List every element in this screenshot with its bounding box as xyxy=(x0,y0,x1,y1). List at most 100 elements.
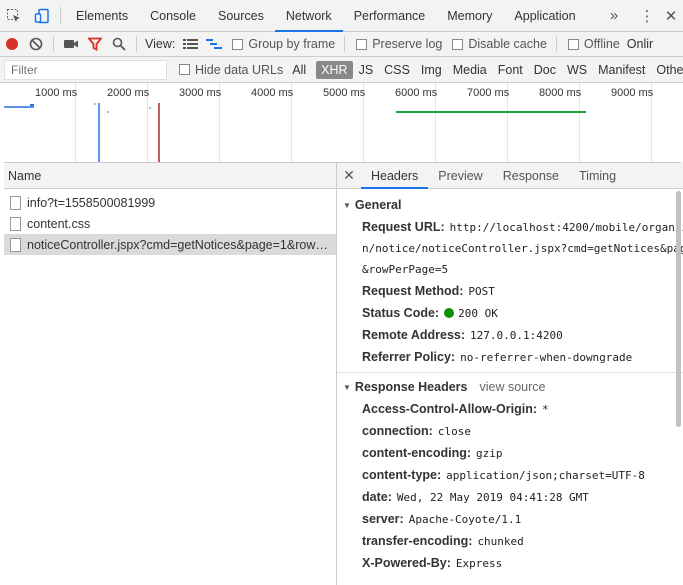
filter-type-ws[interactable]: WS xyxy=(562,61,592,79)
checkbox-box[interactable] xyxy=(452,38,464,50)
header-key: Remote Address: xyxy=(362,328,466,342)
file-icon xyxy=(10,237,21,252)
hide-data-urls-checkbox[interactable]: Hide data URLs xyxy=(173,63,283,77)
request-name: content.css xyxy=(27,216,91,231)
filter-type-manifest[interactable]: Manifest xyxy=(593,61,650,79)
request-list: Name info?t=1558500081999 content.css no… xyxy=(4,163,337,585)
header-row-status-code: Status Code: 200 OK xyxy=(337,302,683,324)
preserve-log-checkbox[interactable]: Preserve log xyxy=(350,37,442,51)
group-by-frame-checkbox[interactable]: Group by frame xyxy=(226,37,335,51)
response-header-row: transfer-encoding: chunked xyxy=(337,530,683,552)
header-key: X-Powered-By: xyxy=(362,556,451,570)
header-key: transfer-encoding: xyxy=(362,534,473,548)
collapse-triangle-icon[interactable]: ▼ xyxy=(343,383,351,392)
more-tabs-icon[interactable]: » xyxy=(602,7,626,24)
header-value: Wed, 22 May 2019 04:41:28 GMT xyxy=(396,490,589,504)
response-headers-section-header[interactable]: ▼ Response Headers view source xyxy=(337,376,683,398)
filter-type-font[interactable]: Font xyxy=(493,61,528,79)
waterfall-overview-icon[interactable] xyxy=(202,32,226,56)
divider xyxy=(60,7,61,24)
vertical-scrollbar[interactable] xyxy=(676,191,681,427)
timeline-bars xyxy=(4,103,586,162)
tab-application[interactable]: Application xyxy=(503,0,586,31)
filter-type-xhr[interactable]: XHR xyxy=(316,60,353,79)
tab-headers[interactable]: Headers xyxy=(361,163,429,189)
header-value-continuation: n/notice/noticeController.jspx?cmd=getNo… xyxy=(337,238,683,259)
tab-sources[interactable]: Sources xyxy=(207,0,275,31)
tab-elements[interactable]: Elements xyxy=(65,0,139,31)
header-value: Express xyxy=(455,556,503,570)
filter-type-other[interactable]: Other xyxy=(651,61,683,79)
tab-preview[interactable]: Preview xyxy=(428,163,492,188)
search-icon[interactable] xyxy=(107,32,131,56)
tab-response[interactable]: Response xyxy=(493,163,569,188)
tab-network[interactable]: Network xyxy=(274,0,343,32)
timeline-overview[interactable]: 1000 ms 2000 ms 3000 ms 4000 ms 5000 ms … xyxy=(4,83,681,163)
request-row[interactable]: content.css xyxy=(4,213,336,234)
inspect-element-icon[interactable] xyxy=(0,0,28,31)
tab-memory[interactable]: Memory xyxy=(436,0,503,31)
filter-type-css[interactable]: CSS xyxy=(379,61,415,79)
header-value: &rowPerPage=5 xyxy=(362,263,449,276)
header-value: http://localhost:4200/mobile/organiz xyxy=(449,220,683,234)
header-row-referrer-policy: Referrer Policy: no-referrer-when-downgr… xyxy=(337,346,683,368)
divider xyxy=(344,36,346,52)
header-value: application/json;charset=UTF-8 xyxy=(446,468,645,482)
filter-type-js[interactable]: JS xyxy=(354,61,379,79)
view-source-link[interactable]: view source xyxy=(479,380,545,394)
header-value: 200 OK xyxy=(458,306,498,320)
header-value: * xyxy=(542,402,549,416)
tab-timing[interactable]: Timing xyxy=(569,163,626,188)
request-name: noticeController.jspx?cmd=getNotices&pag… xyxy=(27,237,336,252)
checkbox-box[interactable] xyxy=(356,38,368,50)
details-tabbar: ✕ Headers Preview Response Timing xyxy=(337,163,683,189)
header-value-continuation: &rowPerPage=5 xyxy=(337,259,683,280)
filter-type-img[interactable]: Img xyxy=(416,61,447,79)
filter-input[interactable] xyxy=(4,59,167,80)
header-value: 127.0.0.1:4200 xyxy=(470,328,563,342)
general-section-title: General xyxy=(354,198,402,212)
file-icon xyxy=(10,195,21,210)
header-value: POST xyxy=(468,284,495,298)
header-value: n/notice/noticeController.jspx?cmd=getNo… xyxy=(362,242,683,255)
collapse-triangle-icon[interactable]: ▼ xyxy=(343,201,351,210)
filter-type-media[interactable]: Media xyxy=(448,61,492,79)
file-icon xyxy=(10,216,21,231)
clear-icon[interactable] xyxy=(24,32,48,56)
header-key: Status Code: xyxy=(362,306,440,320)
screenshot-camera-icon[interactable] xyxy=(59,32,83,56)
kebab-menu-icon[interactable]: ⋮ xyxy=(635,7,659,25)
checkbox-box[interactable] xyxy=(567,38,579,50)
large-rows-icon[interactable] xyxy=(178,32,202,56)
request-name: info?t=1558500081999 xyxy=(27,195,156,210)
checkbox-box[interactable] xyxy=(232,38,244,50)
request-row[interactable]: info?t=1558500081999 xyxy=(4,192,336,213)
divider xyxy=(337,372,683,373)
disable-cache-checkbox[interactable]: Disable cache xyxy=(446,37,547,51)
hide-data-urls-label: Hide data URLs xyxy=(195,62,284,77)
header-key: Access-Control-Allow-Origin: xyxy=(362,402,538,416)
filter-type-all[interactable]: All xyxy=(287,61,311,79)
close-details-icon[interactable]: ✕ xyxy=(337,163,361,188)
tab-console[interactable]: Console xyxy=(139,0,207,31)
header-key: Request URL: xyxy=(362,220,445,234)
general-section-header[interactable]: ▼ General xyxy=(337,194,683,216)
checkbox-box[interactable] xyxy=(179,64,190,75)
tab-performance[interactable]: Performance xyxy=(343,0,437,31)
response-header-row: connection: close xyxy=(337,420,683,442)
response-header-row: Access-Control-Allow-Origin: * xyxy=(337,398,683,420)
response-header-row: server: Apache-Coyote/1.1 xyxy=(337,508,683,530)
header-value: close xyxy=(437,424,471,438)
response-header-row: date: Wed, 22 May 2019 04:41:28 GMT xyxy=(337,486,683,508)
filter-type-doc[interactable]: Doc xyxy=(529,61,561,79)
close-icon[interactable]: ✕ xyxy=(659,7,683,25)
record-icon[interactable] xyxy=(0,32,24,56)
device-toolbar-icon[interactable] xyxy=(28,0,56,31)
throttling-select[interactable]: Onlir xyxy=(624,37,656,51)
request-row-selected[interactable]: noticeController.jspx?cmd=getNotices&pag… xyxy=(4,234,336,255)
name-column-header[interactable]: Name xyxy=(4,163,336,189)
filter-icon[interactable] xyxy=(83,32,107,56)
divider xyxy=(53,36,54,52)
offline-checkbox[interactable]: Offline xyxy=(562,37,620,51)
preserve-log-label: Preserve log xyxy=(372,37,443,51)
